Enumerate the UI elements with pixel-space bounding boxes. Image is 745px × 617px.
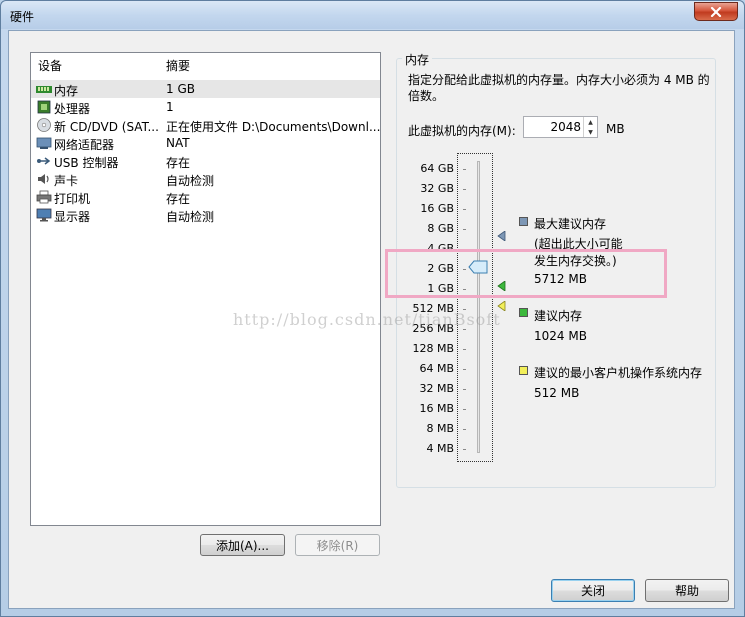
max-recommended-legend-icon (519, 217, 528, 226)
usb-icon (37, 157, 51, 165)
spin-down-icon[interactable]: ▼ (584, 127, 597, 137)
memory-value[interactable]: 2048 (550, 120, 581, 134)
annotation-highlight-box (385, 249, 667, 298)
list-header: 设备 摘要 (31, 53, 380, 73)
cd-dvd-icon (37, 118, 51, 132)
memory-slider[interactable] (457, 153, 493, 462)
memory-spin-buttons: ▲ ▼ (583, 117, 597, 137)
dialog-body: 设备 摘要 内存 1 GB 处理器 1 新 CD/DVD (SAT... 正在使… (8, 30, 735, 609)
device-name: 网络适配器 (54, 138, 115, 152)
device-summary: 1 GB (166, 82, 195, 96)
device-name: USB 控制器 (54, 156, 119, 170)
scale-label: 8 MB (426, 422, 454, 435)
scale-label: 128 MB (412, 342, 454, 355)
scale-label: 16 GB (420, 202, 454, 215)
scale-tick (463, 189, 466, 190)
device-name: 新 CD/DVD (SAT... (54, 120, 159, 134)
device-name: 内存 (54, 84, 79, 98)
device-name: 声卡 (54, 174, 79, 188)
device-row-display[interactable]: 显示器 自动检测 (31, 206, 380, 224)
spin-up-icon[interactable]: ▲ (584, 117, 597, 127)
recommended-value: 1024 MB (534, 329, 587, 343)
printer-icon (36, 190, 52, 204)
scale-label: 8 GB (427, 222, 454, 235)
recommended-legend-icon (519, 308, 528, 317)
window-close-button[interactable] (694, 2, 738, 21)
recommended-title: 建议内存 (534, 309, 583, 323)
device-row-sound-card[interactable]: 声卡 自动检测 (31, 170, 380, 188)
scale-tick (463, 229, 466, 230)
close-icon (710, 6, 722, 17)
memory-unit: MB (606, 122, 625, 136)
device-row-memory[interactable]: 内存 1 GB (31, 80, 380, 98)
scale-tick (463, 329, 466, 330)
processor-icon (37, 100, 51, 114)
device-summary: 自动检测 (166, 174, 215, 188)
memory-field-label: 此虚拟机的内存(M): (408, 124, 516, 138)
scale-tick (463, 389, 466, 390)
device-row-printer[interactable]: 打印机 存在 (31, 188, 380, 206)
device-name: 显示器 (54, 210, 91, 224)
scale-tick (463, 209, 466, 210)
device-row-processor[interactable]: 处理器 1 (31, 98, 380, 116)
watermark: http://blog.csdn.net/tianBsoft (233, 310, 501, 329)
scale-label: 16 MB (419, 402, 454, 415)
device-name: 打印机 (54, 192, 91, 206)
scale-label: 32 GB (420, 182, 454, 195)
device-summary: 存在 (166, 192, 191, 206)
max-recommended-title: 最大建议内存 (534, 217, 607, 231)
scale-tick (463, 449, 466, 450)
device-summary: 正在使用文件 D:\Documents\Downl... (166, 120, 381, 134)
display-icon (36, 208, 52, 222)
add-device-button[interactable]: 添加(A)... (200, 534, 285, 556)
window-title: 硬件 (10, 10, 35, 24)
device-summary: 自动检测 (166, 210, 215, 224)
scale-label: 4 MB (426, 442, 454, 455)
slider-track[interactable] (477, 161, 480, 453)
device-summary: 1 (166, 100, 174, 114)
minimum-value: 512 MB (534, 386, 580, 400)
max-recommended-marker-icon (497, 231, 506, 241)
sound-card-icon (38, 174, 49, 184)
scale-label: 64 MB (419, 362, 454, 375)
minimum-legend-icon (519, 366, 528, 375)
close-button[interactable]: 关闭 (551, 579, 635, 602)
scale-tick (463, 169, 466, 170)
remove-device-button[interactable]: 移除(R) (295, 534, 380, 556)
device-list[interactable]: 设备 摘要 内存 1 GB 处理器 1 新 CD/DVD (SAT... 正在使… (30, 52, 381, 526)
scale-tick (463, 409, 466, 410)
column-header-device[interactable]: 设备 (38, 57, 62, 74)
scale-tick (463, 369, 466, 370)
scale-label: 64 GB (420, 162, 454, 175)
device-row-network-adapter[interactable]: 网络适配器 NAT (31, 134, 380, 152)
column-header-summary[interactable]: 摘要 (166, 57, 190, 74)
memory-description: 指定分配给此虚拟机的内存量。内存大小必须为 4 MB 的倍数。 (408, 73, 710, 103)
memory-icon (36, 86, 52, 93)
network-adapter-icon (36, 137, 52, 149)
memory-group-title: 内存 (402, 51, 433, 68)
device-name: 处理器 (54, 102, 91, 116)
scale-tick (463, 429, 466, 430)
device-summary: NAT (166, 136, 190, 150)
scale-tick (463, 349, 466, 350)
help-button[interactable]: 帮助 (645, 579, 729, 602)
memory-spinbox[interactable]: 2048 ▲ ▼ (523, 116, 598, 138)
scale-label: 32 MB (419, 382, 454, 395)
device-summary: 存在 (166, 156, 191, 170)
device-row-cd-dvd[interactable]: 新 CD/DVD (SAT... 正在使用文件 D:\Documents\Dow… (31, 116, 380, 134)
device-row-usb-controller[interactable]: USB 控制器 存在 (31, 152, 380, 170)
title-bar[interactable]: 硬件 (1, 1, 744, 29)
minimum-title: 建议的最小客户机操作系统内存 (534, 366, 703, 380)
